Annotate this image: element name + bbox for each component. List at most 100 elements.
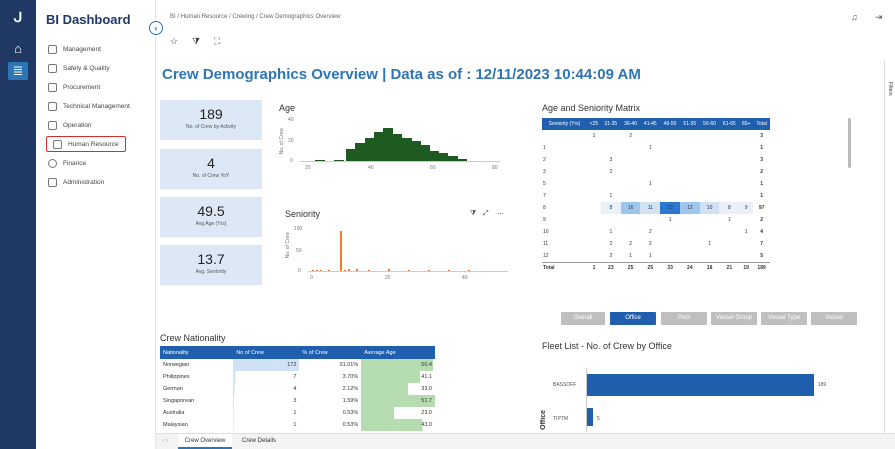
matrix-cell[interactable] <box>621 154 641 166</box>
matrix-cell[interactable] <box>621 166 641 178</box>
matrix-cell[interactable]: 1 <box>660 214 680 226</box>
histogram-bar[interactable] <box>388 269 390 271</box>
matrix-cell[interactable] <box>739 190 753 202</box>
matrix-cell[interactable] <box>700 226 720 238</box>
matrix-cell[interactable]: 7 <box>542 190 587 202</box>
matrix-cell[interactable] <box>680 214 700 226</box>
matrix-cell[interactable]: 1 <box>719 214 739 226</box>
collapse-sidebar-button[interactable]: ‹ <box>149 21 163 35</box>
matrix-cell[interactable]: 22 <box>660 202 680 214</box>
matrix-cell[interactable] <box>621 214 641 226</box>
matrix-cell[interactable] <box>587 166 601 178</box>
table-row[interactable]: Australia 1 0.53% 23.0 <box>160 407 435 419</box>
matrix-cell[interactable] <box>719 238 739 250</box>
matrix-cell[interactable]: 10 <box>542 226 587 238</box>
matrix-cell[interactable] <box>680 238 700 250</box>
matrix-cell[interactable] <box>700 166 720 178</box>
matrix-cell[interactable] <box>700 178 720 190</box>
nationality-header-cell[interactable]: No of Crew <box>233 346 300 359</box>
matrix-cell[interactable]: 1 <box>640 142 660 154</box>
tab-crew-overview[interactable]: Crew Overview <box>178 434 232 449</box>
matrix-cell[interactable]: 8 <box>600 202 621 214</box>
breadcrumb-item[interactable]: Human Resource <box>181 14 228 20</box>
matrix-cell[interactable] <box>587 226 601 238</box>
matrix-cell[interactable] <box>587 190 601 202</box>
segment-button-vessel[interactable]: Vessel <box>811 312 857 325</box>
sidebar-item-finance[interactable]: Finance <box>48 156 86 170</box>
matrix-cell[interactable]: 2 <box>621 238 641 250</box>
histogram-bar[interactable] <box>356 268 358 271</box>
matrix-cell[interactable]: 1 <box>640 178 660 190</box>
matrix-cell[interactable] <box>739 142 753 154</box>
sidebar-item-administration[interactable]: Administration <box>48 175 104 189</box>
matrix-cell[interactable] <box>739 154 753 166</box>
star-icon[interactable]: ☆ <box>170 36 178 47</box>
matrix-cell[interactable]: 7 <box>753 238 770 250</box>
matrix-cell[interactable] <box>601 178 621 190</box>
matrix-cell[interactable] <box>719 250 739 262</box>
filters-pane[interactable]: Filters <box>884 60 895 440</box>
matrix-cell[interactable]: 12 <box>679 202 700 214</box>
matrix-cell[interactable]: 1 <box>753 142 770 154</box>
matrix-cell[interactable]: 10 <box>699 202 720 214</box>
matrix-cell[interactable]: 11 <box>640 202 661 214</box>
home-icon[interactable]: ⌂ <box>8 40 28 58</box>
matrix-cell[interactable] <box>719 130 739 142</box>
matrix-cell[interactable] <box>680 130 700 142</box>
histogram-bar[interactable] <box>320 270 322 271</box>
matrix-cell[interactable] <box>660 250 680 262</box>
matrix-cell[interactable]: 2 <box>601 238 621 250</box>
matrix-cell[interactable]: 1 <box>739 226 753 238</box>
matrix-cell[interactable]: 1 <box>542 142 587 154</box>
matrix-cell[interactable] <box>700 214 720 226</box>
matrix-cell[interactable]: 8 <box>542 202 587 214</box>
table-row[interactable]: German 4 2.12% 33.0 <box>160 383 435 395</box>
matrix-cell[interactable]: 2 <box>601 166 621 178</box>
matrix-cell[interactable]: 4 <box>753 226 770 238</box>
reports-icon[interactable]: ≣ <box>8 62 28 80</box>
filter-icon[interactable]: ⧩ <box>470 210 476 218</box>
matrix-cell[interactable] <box>660 178 680 190</box>
expand-icon[interactable]: ⤢ <box>483 210 489 218</box>
matrix-cell[interactable]: 2 <box>601 250 621 262</box>
matrix-cell[interactable] <box>660 154 680 166</box>
matrix-cell[interactable] <box>719 190 739 202</box>
histogram-bar[interactable] <box>312 269 314 271</box>
fleet-bar[interactable] <box>587 408 593 426</box>
histogram-bar[interactable] <box>408 269 410 271</box>
matrix-cell[interactable] <box>739 250 753 262</box>
matrix-cell[interactable] <box>700 190 720 202</box>
matrix-cell[interactable] <box>739 166 753 178</box>
histogram-bar[interactable] <box>428 270 430 271</box>
sidebar-item-procurement[interactable]: Procurement <box>48 80 100 94</box>
matrix-cell[interactable] <box>700 142 720 154</box>
matrix-cell[interactable] <box>587 202 601 214</box>
matrix-cell[interactable] <box>739 214 753 226</box>
bell-icon[interactable]: ♫ <box>851 12 858 22</box>
matrix-cell[interactable]: 5 <box>542 178 587 190</box>
matrix-cell[interactable] <box>621 178 641 190</box>
matrix-cell[interactable] <box>621 226 641 238</box>
fleet-chart[interactable]: BASSOFF 189 TIPTM 5 <box>553 368 846 432</box>
matrix-cell[interactable]: 3 <box>542 166 587 178</box>
matrix-cell[interactable]: 9 <box>739 202 754 214</box>
nationality-header-cell[interactable]: % of Crew <box>299 346 362 359</box>
matrix-cell[interactable]: 1 <box>753 178 770 190</box>
table-row[interactable]: Norwegian 172 91.01% 50.4 <box>160 359 435 371</box>
matrix-cell[interactable] <box>739 238 753 250</box>
segment-button-overall[interactable]: Overall <box>561 312 605 325</box>
matrix-cell[interactable]: 1 <box>640 250 660 262</box>
matrix-cell[interactable] <box>719 226 739 238</box>
matrix-cell[interactable] <box>660 190 680 202</box>
matrix-cell[interactable] <box>640 154 660 166</box>
matrix-cell[interactable]: 1 <box>601 190 621 202</box>
sidebar-item-technical[interactable]: Technical Management <box>48 99 130 113</box>
table-row[interactable]: Philippines 7 3.70% 41.1 <box>160 371 435 383</box>
matrix-cell[interactable]: 2 <box>640 226 660 238</box>
segment-button-office[interactable]: Office <box>610 312 656 325</box>
matrix-cell[interactable] <box>719 142 739 154</box>
matrix-cell[interactable] <box>640 190 660 202</box>
matrix-cell[interactable] <box>587 142 601 154</box>
matrix-cell[interactable] <box>660 130 680 142</box>
matrix-cell[interactable] <box>587 250 601 262</box>
